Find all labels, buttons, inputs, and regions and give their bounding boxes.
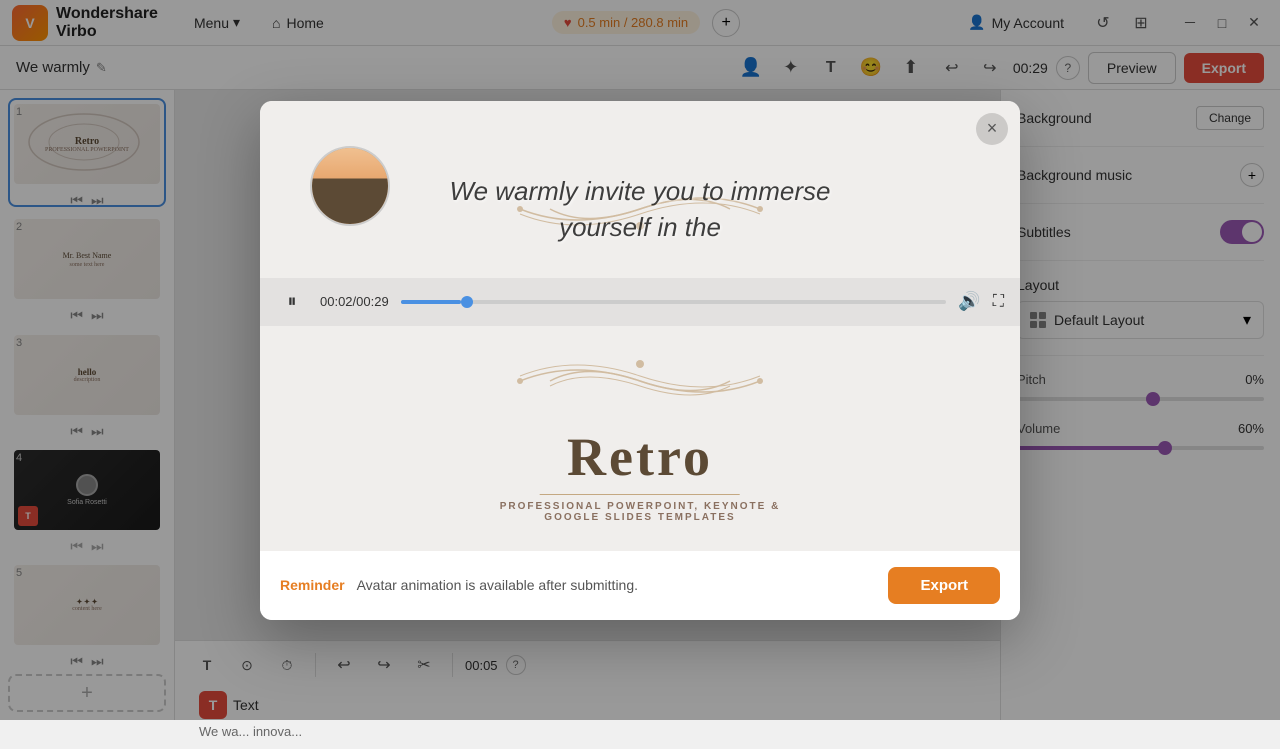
modal-footer: Reminder Avatar animation is available a… xyxy=(260,551,1020,620)
preview-modal: × xyxy=(260,101,1020,620)
video-time: 00:02/00:29 xyxy=(320,294,389,309)
video-subtitle-text: We warmly invite you to immerseyourself … xyxy=(336,173,944,246)
modal-video-area: Retro PROFESSIONAL POWERPOINT, KEYNOTE &… xyxy=(260,101,1020,551)
title-divider-top xyxy=(540,494,740,495)
video-controls-bar: ⏸ 00:02/00:29 🔊 ⛶ xyxy=(260,278,1020,326)
reminder-text: Avatar animation is available after subm… xyxy=(357,577,877,593)
text-content: We wa... innova... xyxy=(199,719,976,745)
slide-subtitle1: PROFESSIONAL POWERPOINT, KEYNOTE & xyxy=(500,501,781,512)
reminder-label: Reminder xyxy=(280,577,345,593)
progress-fill xyxy=(401,300,461,304)
slide-main-title: Retro xyxy=(500,426,781,488)
volume-button[interactable]: 🔊 xyxy=(958,291,980,312)
fullscreen-button[interactable]: ⛶ xyxy=(993,293,1004,311)
top-ornament xyxy=(510,354,770,409)
slide-title-area: Retro PROFESSIONAL POWERPOINT, KEYNOTE &… xyxy=(500,426,781,523)
slide-subtitle2: GOOGLE SLIDES TEMPLATES xyxy=(500,512,781,523)
modal-close-button[interactable]: × xyxy=(976,113,1008,145)
video-progress-bar[interactable] xyxy=(401,300,947,304)
pause-button[interactable]: ⏸ xyxy=(276,286,308,318)
export-button-modal[interactable]: Export xyxy=(888,567,1000,604)
modal-overlay[interactable]: × xyxy=(0,0,1280,720)
progress-thumb[interactable] xyxy=(461,296,473,308)
